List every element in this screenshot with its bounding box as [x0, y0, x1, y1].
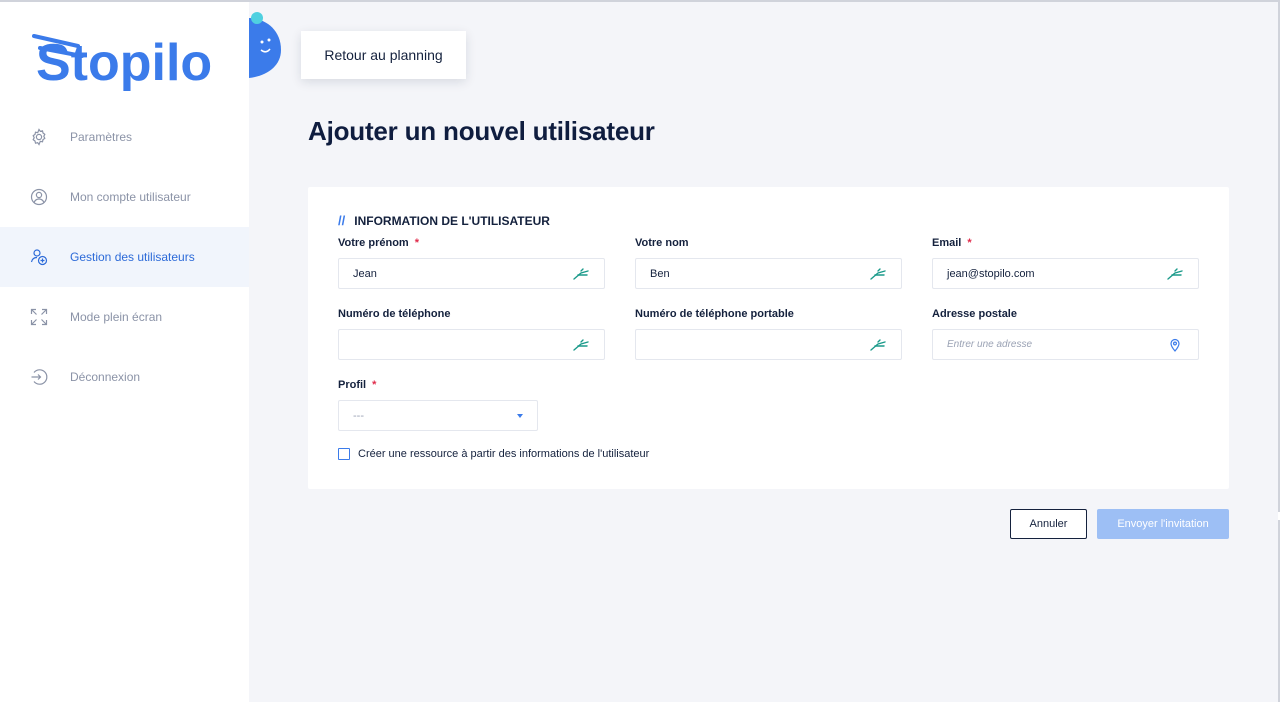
- sidebar: Stopilo Paramètres Mon compte utilisateu…: [0, 2, 249, 702]
- phone-input[interactable]: [338, 329, 605, 360]
- section-marker: //: [338, 213, 346, 228]
- mobile-input[interactable]: [635, 329, 902, 360]
- address-input[interactable]: Entrer une adresse: [932, 329, 1199, 360]
- autofill-icon[interactable]: [572, 267, 590, 281]
- first-name-value: Jean: [353, 267, 377, 280]
- first-name-input[interactable]: Jean: [338, 258, 605, 289]
- required-marker: *: [414, 237, 419, 249]
- chevron-down-icon: [517, 413, 523, 418]
- create-resource-option[interactable]: Créer une ressource à partir des informa…: [338, 448, 649, 460]
- section-title-text: INFORMATION DE L'UTILISATEUR: [354, 213, 550, 228]
- sidebar-item-label: Déconnexion: [70, 370, 141, 384]
- user-add-icon: [30, 248, 48, 266]
- sidebar-item-logout[interactable]: Déconnexion: [0, 347, 249, 407]
- mascot-icon[interactable]: [249, 8, 285, 82]
- autofill-icon[interactable]: [1166, 267, 1184, 281]
- sidebar-item-label: Gestion des utilisateurs: [70, 250, 195, 264]
- first-name-field-group: Votre prénom * Jean: [338, 237, 605, 289]
- sidebar-item-settings[interactable]: Paramètres: [0, 107, 249, 167]
- autofill-icon[interactable]: [869, 267, 887, 281]
- first-name-label: Votre prénom *: [338, 237, 419, 249]
- last-name-value: Ben: [650, 267, 670, 280]
- logout-icon: [30, 368, 48, 386]
- cancel-button[interactable]: Annuler: [1010, 509, 1087, 539]
- user-circle-icon: [30, 188, 48, 206]
- address-label: Adresse postale: [932, 308, 1017, 320]
- create-resource-label: Créer une ressource à partir des informa…: [358, 448, 650, 460]
- required-marker: *: [372, 379, 377, 391]
- sidebar-item-label: Mon compte utilisateur: [70, 190, 191, 204]
- mobile-label: Numéro de téléphone portable: [635, 308, 794, 320]
- back-to-planning-button[interactable]: Retour au planning: [301, 31, 466, 79]
- send-invitation-button[interactable]: Envoyer l'invitation: [1097, 509, 1229, 539]
- profile-select[interactable]: ---: [338, 400, 538, 431]
- sidebar-item-account[interactable]: Mon compte utilisateur: [0, 167, 249, 227]
- profile-label: Profil *: [338, 379, 377, 391]
- mobile-field-group: Numéro de téléphone portable: [635, 308, 902, 360]
- required-marker: *: [967, 237, 972, 249]
- location-pin-icon: [1166, 338, 1184, 352]
- profile-value: ---: [353, 409, 364, 422]
- sidebar-item-label: Paramètres: [70, 130, 133, 144]
- phone-field-group: Numéro de téléphone: [338, 308, 605, 360]
- sidebar-nav: Paramètres Mon compte utilisateur Gestio…: [0, 107, 249, 407]
- sidebar-item-label: Mode plein écran: [70, 310, 163, 324]
- email-input[interactable]: jean@stopilo.com: [932, 258, 1199, 289]
- section-title: // INFORMATION DE L'UTILISATEUR: [338, 213, 550, 228]
- last-name-label: Votre nom: [635, 237, 689, 249]
- address-field-group: Adresse postale Entrer une adresse: [932, 308, 1199, 360]
- stopilo-logo[interactable]: Stopilo: [30, 20, 230, 92]
- address-placeholder: Entrer une adresse: [947, 339, 1033, 350]
- svg-text:Stopilo: Stopilo: [36, 34, 212, 92]
- autofill-icon[interactable]: [572, 338, 590, 352]
- fullscreen-icon: [30, 308, 48, 326]
- page-title: Ajouter un nouvel utilisateur: [308, 116, 655, 146]
- gear-icon: [30, 128, 48, 146]
- email-label: Email *: [932, 237, 972, 249]
- last-name-field-group: Votre nom Ben: [635, 237, 902, 289]
- profile-field-group: Profil * ---: [338, 379, 538, 431]
- email-field-group: Email * jean@stopilo.com: [932, 237, 1199, 289]
- create-resource-checkbox[interactable]: [338, 448, 350, 460]
- sidebar-item-fullscreen[interactable]: Mode plein écran: [0, 287, 249, 347]
- email-value: jean@stopilo.com: [947, 267, 1035, 280]
- phone-label: Numéro de téléphone: [338, 308, 451, 320]
- user-info-card: // INFORMATION DE L'UTILISATEUR Votre pr…: [308, 187, 1229, 489]
- last-name-input[interactable]: Ben: [635, 258, 902, 289]
- autofill-icon[interactable]: [869, 338, 887, 352]
- sidebar-item-users[interactable]: Gestion des utilisateurs: [0, 227, 249, 287]
